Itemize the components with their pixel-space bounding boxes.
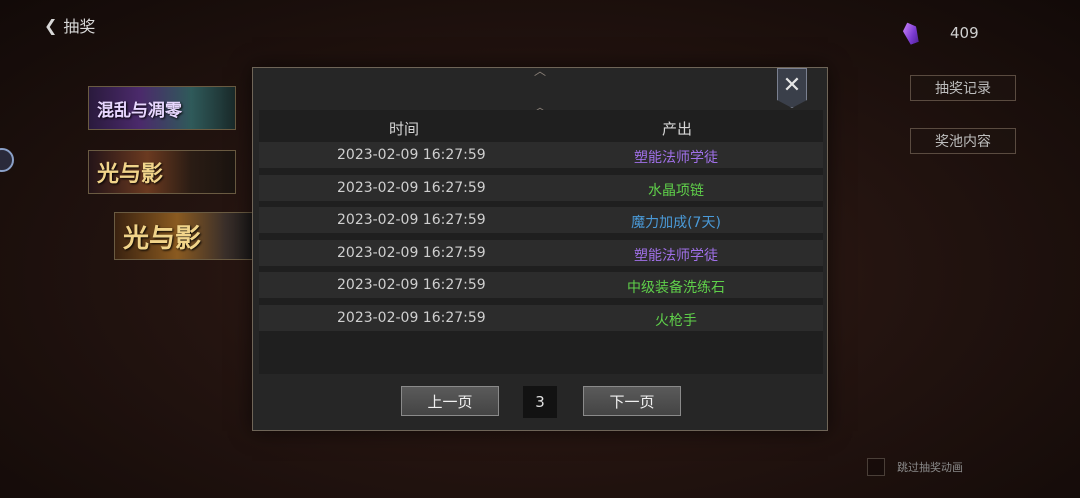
banner-light-shadow-selected[interactable]: 光与影 — [114, 212, 254, 260]
table-row: 2023-02-09 16:27:59 塑能法师学徒 — [259, 142, 823, 168]
banner-light-shadow[interactable]: 光与影 — [88, 150, 236, 194]
table-row: 2023-02-09 16:27:59 水晶项链 — [259, 174, 823, 201]
pagination: 上一页 3 下一页 — [253, 386, 829, 418]
row-item: 中级装备洗练石 — [627, 280, 725, 296]
row-item: 火枪手 — [655, 312, 697, 329]
skip-checkbox[interactable] — [867, 458, 885, 476]
table-header: 时间 产出 — [259, 110, 823, 142]
currency-display: 409 — [904, 20, 979, 46]
next-page-button[interactable]: 下一页 — [583, 386, 681, 416]
side-handle[interactable] — [0, 148, 14, 172]
pool-content-button[interactable]: 奖池内容 — [910, 128, 1016, 154]
close-icon[interactable]: ✕ — [777, 68, 807, 108]
banner-title: 光与影 — [97, 161, 164, 187]
banner-chaos[interactable]: 混乱与凋零 — [88, 86, 236, 130]
currency-amount: 409 — [950, 24, 979, 42]
row-time: 2023-02-09 16:27:59 — [337, 147, 486, 163]
prev-page-button[interactable]: 上一页 — [401, 386, 499, 416]
row-time: 2023-02-09 16:27:59 — [337, 277, 486, 293]
skip-label: 跳过抽奖动画 — [897, 461, 963, 474]
table-row: 2023-02-09 16:27:59 火枪手 — [259, 304, 823, 331]
ornament-icon: ︿ — [533, 64, 546, 78]
table-row: 2023-02-09 16:27:59 塑能法师学徒 — [259, 239, 823, 266]
row-item: 塑能法师学徒 — [634, 247, 718, 264]
table-row: 2023-02-09 16:27:59 中级装备洗练石 — [259, 272, 823, 298]
chevron-left-icon: ❮ — [44, 15, 58, 35]
banner-title: 光与影 — [123, 223, 202, 254]
row-time: 2023-02-09 16:27:59 — [337, 244, 486, 261]
page-number: 3 — [523, 386, 557, 418]
record-table: 时间 产出 2023-02-09 16:27:59 塑能法师学徒 2023-02-0… — [259, 110, 823, 374]
row-time: 2023-02-09 16:27:59 — [337, 212, 486, 228]
back-label: 抽奖 — [63, 17, 96, 36]
row-item: 水晶项链 — [648, 182, 704, 199]
row-time: 2023-02-09 16:27:59 — [337, 179, 486, 196]
skip-animation-toggle[interactable]: 跳过抽奖动画 — [867, 458, 963, 476]
row-item: 塑能法师学徒 — [634, 150, 718, 166]
table-row: 2023-02-09 16:27:59 魔力加成(7天) — [259, 207, 823, 233]
row-item: 魔力加成(7天) — [631, 215, 721, 231]
row-time: 2023-02-09 16:27:59 — [337, 309, 486, 326]
draw-record-button[interactable]: 抽奖记录 — [910, 75, 1016, 101]
banner-title: 混乱与凋零 — [97, 100, 182, 121]
gem-icon — [901, 20, 922, 45]
back-button[interactable]: ❮ 抽奖 — [44, 14, 96, 37]
ornament-icon: ︿ — [533, 100, 546, 114]
draw-record-modal: ︿ ︿ ✕ 时间 产出 2023-02-09 16:27:59 塑能法师学徒 202… — [252, 64, 829, 431]
column-output: 产出 — [662, 120, 693, 138]
column-time: 时间 — [389, 120, 420, 138]
